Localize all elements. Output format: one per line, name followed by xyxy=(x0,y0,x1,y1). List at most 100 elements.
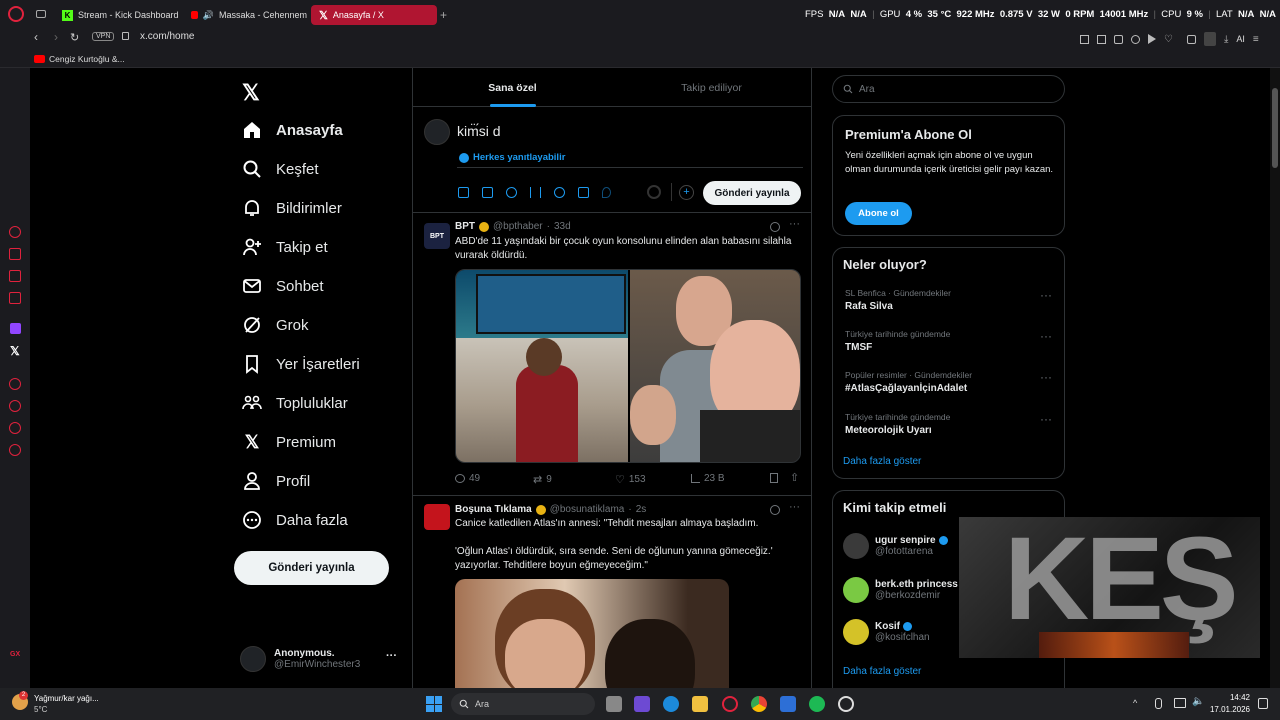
tweet-media[interactable] xyxy=(455,269,801,463)
trend-item[interactable]: Türkiye tarihinde gündemde Meteorolojik U… xyxy=(845,412,1052,436)
grok-icon[interactable] xyxy=(506,187,517,198)
windows-start-icon[interactable] xyxy=(426,696,442,712)
opera-logo-icon[interactable] xyxy=(8,6,24,22)
avatar[interactable]: BPT xyxy=(424,223,450,249)
tweet[interactable]: BPT BPT @bpthaber · 33d ··· ABD'de 11 ya… xyxy=(413,213,811,496)
tweet-media[interactable] xyxy=(455,579,729,688)
nav-chat[interactable]: Sohbet xyxy=(242,276,324,296)
workspaces-icon[interactable] xyxy=(36,10,46,18)
location-icon[interactable] xyxy=(602,187,611,198)
history-icon[interactable] xyxy=(9,400,21,412)
messenger-icon[interactable] xyxy=(9,248,21,260)
author-name[interactable]: BPT xyxy=(455,221,475,232)
show-more-link[interactable]: Daha fazla göster xyxy=(843,456,921,467)
scrollbar[interactable] xyxy=(1270,68,1280,688)
nav-profile[interactable]: Profil xyxy=(242,471,310,491)
nav-follow[interactable]: Takip et xyxy=(242,237,328,257)
opera-gx-icon[interactable] xyxy=(722,696,738,712)
settings-icon[interactable] xyxy=(9,378,21,390)
author-handle[interactable]: @bosunatiklama xyxy=(550,504,625,515)
like-button[interactable]: ♡ 153 xyxy=(615,473,646,486)
subscribe-button[interactable]: Abone ol xyxy=(845,202,912,225)
notification-icon[interactable] xyxy=(1258,698,1268,709)
app-icon[interactable] xyxy=(838,696,854,712)
more-icon[interactable]: ··· xyxy=(1040,412,1052,426)
follow-suggestion[interactable]: ugur senpire @fotottarena xyxy=(843,533,948,559)
share-icon[interactable]: ⇧ xyxy=(790,471,799,484)
nav-communities[interactable]: Topluluklar xyxy=(242,393,348,413)
emoji-icon[interactable] xyxy=(554,187,565,198)
nav-more[interactable]: Daha fazla xyxy=(242,510,348,530)
vpn-badge[interactable]: VPN xyxy=(92,32,115,41)
pin-icon[interactable] xyxy=(1080,34,1089,44)
gear-icon[interactable] xyxy=(9,444,21,456)
follow-suggestion[interactable]: Kosif @kosifclhan xyxy=(843,619,930,645)
more-icon[interactable]: ··· xyxy=(789,501,800,513)
compose-input[interactable]: kim̈́si d xyxy=(457,123,501,139)
tweet-time[interactable]: 2s xyxy=(636,504,647,515)
more-icon[interactable]: ··· xyxy=(1040,329,1052,343)
avatar[interactable] xyxy=(424,504,450,530)
clock-date[interactable]: 17.01.2026 xyxy=(1206,705,1250,714)
url-field[interactable]: x.com/home xyxy=(140,31,194,42)
tweet-time[interactable]: 33d xyxy=(554,221,571,232)
author-name[interactable]: Boşuna Tıklama xyxy=(455,504,532,515)
back-icon[interactable]: ‹ xyxy=(34,30,38,44)
retweet-button[interactable]: ⇄ 9 xyxy=(533,473,552,486)
tray-chevron-icon[interactable]: ^ xyxy=(1133,698,1137,708)
heart-icon[interactable]: ♡ xyxy=(1164,34,1173,45)
task-view-icon[interactable] xyxy=(606,696,622,712)
brush-icon[interactable] xyxy=(1203,32,1216,46)
close-circle-icon[interactable] xyxy=(1131,34,1140,44)
tab-kick[interactable]: K Stream - Kick Dashboard xyxy=(54,5,182,25)
download-icon[interactable]: ⤓ xyxy=(1224,34,1228,45)
author-handle[interactable]: @bpthaber xyxy=(493,221,543,232)
more-icon[interactable]: ··· xyxy=(1040,288,1052,302)
edge-icon[interactable] xyxy=(663,696,679,712)
ai-button[interactable]: AI xyxy=(1236,34,1245,44)
store-icon[interactable] xyxy=(780,696,796,712)
instagram-icon[interactable] xyxy=(9,270,21,282)
nav-premium[interactable]: 𝕏 Premium xyxy=(242,432,336,452)
nav-notifications[interactable]: Bildirimler xyxy=(242,198,342,218)
post-button[interactable]: Gönderi yayınla xyxy=(234,551,389,585)
reply-setting[interactable]: Herkes yanıtlayabilir xyxy=(459,152,565,163)
forward-icon[interactable]: › xyxy=(54,30,58,44)
taskbar-search[interactable]: Ara xyxy=(451,693,595,715)
reload-icon[interactable]: ↻ xyxy=(70,31,79,44)
poll-icon[interactable] xyxy=(530,187,541,198)
shield-icon[interactable] xyxy=(1114,34,1123,44)
grok-icon[interactable] xyxy=(770,505,780,515)
weather-text[interactable]: Yağmur/kar yağı... xyxy=(34,694,99,703)
compose-post-button[interactable]: Gönderi yayınla xyxy=(703,181,801,205)
views-button[interactable]: 23 B xyxy=(691,473,725,484)
more-icon[interactable]: ··· xyxy=(1040,370,1052,384)
x-logo-icon[interactable]: 𝕏 xyxy=(242,80,260,106)
trend-item[interactable]: Popüler resimler · Gündemdekiler #AtlasÇa… xyxy=(845,370,1052,394)
extensions-icon[interactable] xyxy=(1186,34,1196,44)
speaker-icon[interactable]: 🔊 xyxy=(203,10,214,21)
gif-icon[interactable] xyxy=(482,187,493,198)
player-icon[interactable] xyxy=(9,292,21,304)
tab-youtube[interactable]: 🔊 Massaka - Cehennem xyxy=(183,5,307,25)
tab-x-home[interactable]: 𝕏 Anasayfa / X xyxy=(311,5,437,25)
nav-grok[interactable]: Grok xyxy=(242,315,309,335)
more-icon[interactable]: ··· xyxy=(789,218,800,230)
nav-home[interactable]: Anasayfa xyxy=(242,120,343,140)
account-switcher[interactable]: Anonymous. @EmirWinchester3 xyxy=(240,646,360,672)
nav-bookmarks[interactable]: Yer İşaretleri xyxy=(242,354,360,374)
app-icon[interactable] xyxy=(634,696,650,712)
chrome-icon[interactable] xyxy=(751,696,767,712)
menu-icon[interactable]: ≡ xyxy=(1253,34,1259,45)
microphone-icon[interactable] xyxy=(1155,698,1162,709)
snapshot-icon[interactable] xyxy=(1097,34,1106,44)
media-icon[interactable] xyxy=(458,187,469,198)
speaker-icon[interactable]: 🔈 xyxy=(1192,696,1204,707)
tab-for-you[interactable]: Sana özel xyxy=(413,68,612,107)
add-thread-icon[interactable]: + xyxy=(679,185,694,200)
network-icon[interactable] xyxy=(1174,698,1186,708)
schedule-icon[interactable] xyxy=(578,187,589,198)
extensions-sidebar-icon[interactable] xyxy=(9,422,21,434)
play-icon[interactable] xyxy=(1148,34,1156,44)
x-sidebar-icon[interactable]: 𝕏 xyxy=(10,344,20,358)
